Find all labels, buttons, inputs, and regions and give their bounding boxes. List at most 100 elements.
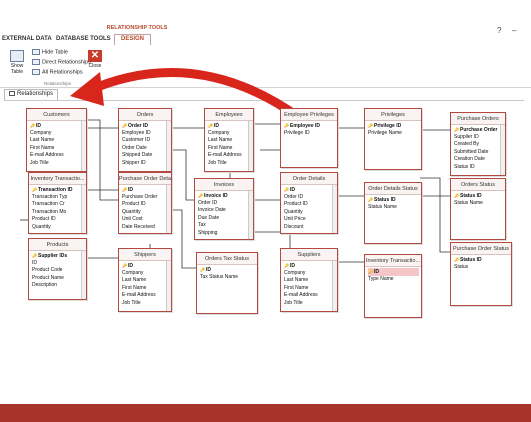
field-row[interactable]: Customer ID [122, 137, 169, 145]
table-order-details[interactable]: Order Details IDOrder IDProduct IDQuanti… [280, 172, 338, 234]
field-row[interactable]: Order ID [122, 122, 169, 130]
field-row[interactable]: Status ID [454, 164, 503, 172]
field-row[interactable]: Job Title [284, 300, 335, 308]
field-row[interactable]: Status ID [454, 256, 509, 264]
field-row[interactable]: Date Received [122, 224, 169, 232]
field-row[interactable]: Privilege ID [284, 130, 335, 138]
field-row[interactable]: Type Name [368, 276, 419, 284]
field-row[interactable]: Last Name [30, 137, 84, 145]
field-row[interactable]: E-mail Address [284, 292, 335, 300]
field-row[interactable]: Creation Date [454, 156, 503, 164]
table-privileges[interactable]: Privileges Privilege IDPrivilege Name [364, 108, 422, 170]
field-row[interactable]: Invoice Date [198, 207, 251, 215]
field-row[interactable]: Shipper ID [122, 160, 169, 168]
field-row[interactable]: First Name [30, 145, 84, 153]
field-row[interactable]: Quantity [32, 224, 84, 232]
table-purchase-orders[interactable]: Purchase Orders Purchase OrderSupplier I… [450, 112, 506, 176]
field-row[interactable]: Last Name [122, 277, 169, 285]
field-row[interactable]: Purchase Order [454, 126, 503, 134]
field-row[interactable]: Company [30, 130, 84, 138]
field-row[interactable]: Submitted Date [454, 149, 503, 157]
field-row[interactable]: Transaction ID [32, 186, 84, 194]
field-row[interactable]: Product Name [32, 275, 84, 283]
field-row[interactable]: ID [368, 268, 419, 276]
field-row[interactable]: Status [454, 264, 509, 272]
scrollbar[interactable] [500, 125, 505, 175]
field-row[interactable]: Company [122, 270, 169, 278]
field-row[interactable]: Discount [284, 224, 335, 232]
table-employee-privileges[interactable]: Employee Privileges Employee IDPrivilege… [280, 108, 338, 168]
table-purchase-order-details[interactable]: Purchase Order Deta... IDPurchase OrderP… [118, 172, 172, 234]
field-row[interactable]: Company [284, 270, 335, 278]
table-orders[interactable]: Orders Order IDEmployee IDCustomer IDOrd… [118, 108, 172, 172]
relationships-document-tab[interactable]: Relationships [4, 89, 59, 100]
field-row[interactable]: Purchase Order [122, 194, 169, 202]
scrollbar[interactable] [81, 185, 86, 233]
field-row[interactable]: Privilege ID [368, 122, 419, 130]
table-suppliers[interactable]: Suppliers IDCompanyLast NameFirst NameE-… [280, 248, 338, 312]
show-table-button[interactable]: Show Table [6, 48, 28, 82]
field-row[interactable]: Created By [454, 141, 503, 149]
field-row[interactable]: E-mail Address [30, 152, 84, 160]
field-row[interactable]: ID [284, 262, 335, 270]
scrollbar[interactable] [248, 191, 253, 239]
field-row[interactable]: Unit Cost [122, 216, 169, 224]
scrollbar[interactable] [332, 261, 337, 311]
field-row[interactable]: First Name [122, 285, 169, 293]
tab-external-data[interactable]: EXTERNAL DATA [2, 36, 52, 47]
field-row[interactable]: Company [208, 130, 251, 138]
field-row[interactable]: ID [200, 266, 255, 274]
field-row[interactable]: Supplier ID [454, 134, 503, 142]
field-row[interactable]: ID [208, 122, 251, 130]
field-row[interactable]: Invoice ID [198, 192, 251, 200]
table-inventory-transactions[interactable]: Inventory Transactio... Transaction IDTr… [28, 172, 87, 234]
field-row[interactable]: Job Title [208, 160, 251, 168]
field-row[interactable]: Transaction Typ [32, 194, 84, 202]
table-products[interactable]: Products Supplier IDsIDProduct CodeProdu… [28, 238, 87, 300]
field-row[interactable]: ID [32, 260, 84, 268]
scrollbar[interactable] [166, 121, 171, 171]
scrollbar[interactable] [166, 185, 171, 233]
table-shippers[interactable]: Shippers IDCompanyLast NameFirst NameE-m… [118, 248, 172, 312]
field-row[interactable]: ID [30, 122, 84, 130]
field-row[interactable]: Status ID [368, 196, 419, 204]
field-row[interactable]: Order Date [122, 145, 169, 153]
table-purchase-order-status[interactable]: Purchase Order Status Status IDStatus [450, 242, 512, 306]
field-row[interactable]: Transaction Cr [32, 201, 84, 209]
scrollbar[interactable] [81, 121, 86, 171]
table-employees[interactable]: Employees IDCompanyLast NameFirst NameE-… [204, 108, 254, 172]
table-invoices[interactable]: Invoices Invoice IDOrder IDInvoice DateD… [194, 178, 254, 240]
field-row[interactable]: Shipping [198, 230, 251, 238]
field-row[interactable]: Unit Price [284, 216, 335, 224]
field-row[interactable]: ID [122, 186, 169, 194]
help-button[interactable]: ? [497, 26, 501, 35]
scrollbar[interactable] [81, 251, 86, 299]
direct-relationships-button[interactable]: Direct Relationships [32, 59, 91, 68]
field-row[interactable]: Product ID [122, 201, 169, 209]
field-row[interactable]: Tax [198, 222, 251, 230]
tab-database-tools[interactable]: DATABASE TOOLS [56, 36, 111, 47]
table-order-details-status[interactable]: Order Details Status Status IDStatus Nam… [364, 182, 422, 244]
field-row[interactable]: ID [284, 186, 335, 194]
field-row[interactable]: Supplier IDs [32, 252, 84, 260]
table-orders-tax-status[interactable]: Orders Tax Status IDTax Status Name [196, 252, 258, 314]
field-row[interactable]: Status Name [454, 200, 503, 208]
field-row[interactable]: Shipped Date [122, 152, 169, 160]
field-row[interactable]: Product ID [32, 216, 84, 224]
scrollbar[interactable] [166, 261, 171, 311]
field-row[interactable]: Job Title [30, 160, 84, 168]
hide-table-button[interactable]: Hide Table [32, 49, 68, 58]
field-row[interactable]: Status ID [454, 192, 503, 200]
field-row[interactable]: E-mail Address [208, 152, 251, 160]
minimize-button[interactable]: – [512, 26, 516, 35]
field-row[interactable]: Transaction Mo [32, 209, 84, 217]
field-row[interactable]: First Name [284, 285, 335, 293]
field-row[interactable]: E-mail Address [122, 292, 169, 300]
table-customers[interactable]: Customers IDCompanyLast NameFirst NameE-… [26, 108, 87, 172]
tab-design[interactable]: DESIGN [114, 34, 152, 45]
field-row[interactable]: Privilege Name [368, 130, 419, 138]
table-orders-status[interactable]: Orders Status Status IDStatus Name [450, 178, 506, 240]
field-row[interactable]: Last Name [284, 277, 335, 285]
field-row[interactable]: ID [122, 262, 169, 270]
field-row[interactable]: Quantity [122, 209, 169, 217]
